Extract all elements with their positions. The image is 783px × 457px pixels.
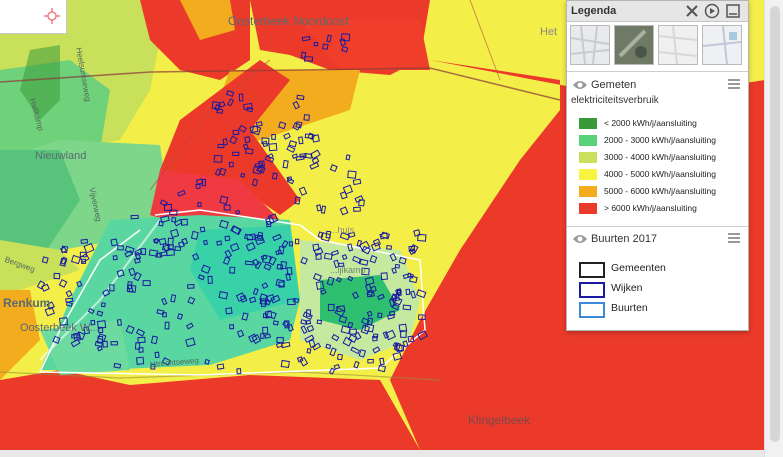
- legend-item-label: 3000 - 4000 kWh/j/aansluiting: [604, 152, 716, 162]
- basemap-thumb-grey[interactable]: [658, 25, 698, 65]
- legend-title: Legenda: [571, 5, 617, 17]
- horizontal-scrollbar[interactable]: [0, 450, 765, 457]
- legend-swatch: [579, 135, 597, 146]
- locate-icon[interactable]: [44, 8, 60, 24]
- layer-buurten: Buurten 2017 Gemeenten Wijken Buurten: [567, 232, 748, 327]
- basemap-thumb-aerial[interactable]: [614, 25, 654, 65]
- legend-swatch: [579, 262, 605, 278]
- legend-panel: Legenda Gemeten elektriciteitsverbruik <…: [566, 0, 749, 331]
- layer-title: Buurten 2017: [591, 233, 658, 245]
- legend-swatch: [579, 169, 597, 180]
- menu-icon[interactable]: [728, 233, 740, 243]
- map-label-renkum: Renkum: [3, 296, 51, 310]
- legend-swatch: [579, 118, 597, 129]
- map-label-oosterbeek-west: Oosterbeek W...: [20, 322, 99, 334]
- play-icon[interactable]: [704, 3, 720, 19]
- minimize-icon[interactable]: [725, 3, 741, 19]
- map-label-huis: ...huis: [330, 225, 355, 235]
- legend-swatch: [579, 186, 597, 197]
- legend-item-label: Gemeenten: [611, 262, 666, 274]
- map-label-dorps: ...ijlkamp: [330, 265, 366, 275]
- legend-item-label: 4000 - 5000 kWh/j/aansluiting: [604, 169, 716, 179]
- basemap-thumb-streets[interactable]: [570, 25, 610, 65]
- layer-electricity: Gemeten elektriciteitsverbruik < 2000 kW…: [567, 77, 748, 247]
- legend-item-label: > 6000 kWh/j/aansluiting: [604, 203, 697, 213]
- map-search-box[interactable]: [0, 0, 67, 34]
- eye-icon[interactable]: [572, 79, 588, 91]
- map-label-nieuwland: Nieuwland: [35, 150, 87, 162]
- vertical-scrollbar[interactable]: [764, 0, 783, 457]
- legend-separator: [567, 226, 748, 227]
- eye-icon[interactable]: [572, 233, 588, 245]
- basemap-thumb-topo[interactable]: [702, 25, 742, 65]
- layer-subtitle: elektriciteitsverbruik: [571, 95, 659, 106]
- map-label-het: Het: [540, 26, 558, 38]
- layer-title: Gemeten: [591, 79, 637, 91]
- map-label-oosterbeek-noordoost: Oosterbeek Noordoost: [228, 14, 349, 28]
- legend-item-label: 2000 - 3000 kWh/j/aansluiting: [604, 135, 716, 145]
- legend-swatch: [579, 282, 605, 298]
- legend-swatch: [579, 203, 597, 214]
- legend-separator: [567, 71, 748, 72]
- map-label-klingelbeek: Klingelbeek: [468, 413, 531, 427]
- legend-swatch: [579, 152, 597, 163]
- map-application: Oosterbeek Noordoost Nieuwland Renkum Oo…: [0, 0, 783, 457]
- scrollbar-thumb[interactable]: [770, 6, 780, 442]
- legend-item-label: < 2000 kWh/j/aansluiting: [604, 118, 697, 128]
- legend-item-label: Buurten: [611, 302, 648, 314]
- close-icon[interactable]: [684, 3, 700, 19]
- legend-item-label: 5000 - 6000 kWh/j/aansluiting: [604, 186, 716, 196]
- legend-item-label: Wijken: [611, 282, 643, 294]
- basemap-selector: [570, 25, 746, 65]
- menu-icon[interactable]: [728, 79, 740, 89]
- legend-swatch: [579, 302, 605, 318]
- legend-header: Legenda: [567, 1, 748, 22]
